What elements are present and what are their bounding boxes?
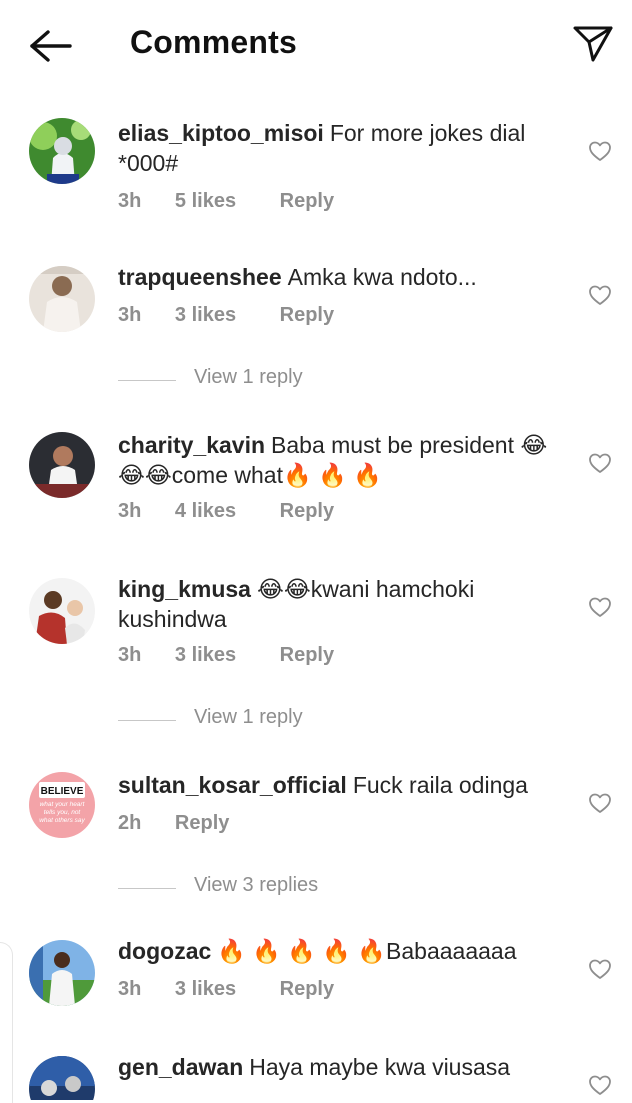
like-count[interactable]: 5 likes: [175, 190, 236, 213]
reply-button[interactable]: Reply: [280, 978, 334, 1001]
reply-button[interactable]: Reply: [280, 644, 334, 667]
comment-body: Haya maybe kwa viusasa: [249, 1054, 511, 1080]
avatar[interactable]: [29, 266, 95, 332]
comment-text: gen_dawan Haya maybe kwa viusasa: [118, 1052, 568, 1082]
heart-icon[interactable]: [588, 284, 612, 306]
comment-body: Fuck raila odinga: [352, 772, 528, 798]
heart-icon[interactable]: [588, 958, 612, 980]
avatar[interactable]: [29, 578, 95, 644]
header-bar: Comments: [0, 0, 632, 92]
avatar-text: what your heart: [40, 801, 86, 808]
comment-username[interactable]: trapqueenshee: [118, 264, 282, 290]
comment-body: Amka kwa ndoto...: [287, 264, 477, 290]
thread-line: [118, 888, 176, 889]
thread-line: [118, 380, 176, 381]
edge-panel-handle[interactable]: [0, 942, 13, 1103]
reply-button[interactable]: Reply: [280, 190, 334, 213]
comment-meta: 3h 3 likes Reply: [118, 644, 334, 667]
comment-username[interactable]: dogozac: [118, 938, 211, 964]
heart-icon[interactable]: [588, 140, 612, 162]
comment-time: 3h: [118, 304, 142, 326]
comment-time: 3h: [118, 978, 142, 1000]
comment-item: gen_dawan Haya maybe kwa viusasa: [0, 1052, 632, 1100]
avatar[interactable]: [29, 118, 95, 184]
like-count[interactable]: 3 likes: [175, 978, 236, 1001]
view-replies-label: View 3 replies: [194, 874, 319, 896]
page-title: Comments: [130, 24, 297, 60]
comment-time: 3h: [118, 500, 142, 522]
share-button[interactable]: [570, 22, 616, 66]
like-count[interactable]: 3 likes: [175, 644, 236, 667]
avatar-text: BELIEVE: [41, 786, 84, 797]
reply-button[interactable]: Reply: [280, 304, 334, 327]
comment-time: 2h: [118, 812, 142, 834]
like-count[interactable]: 4 likes: [175, 500, 236, 523]
comment-meta: 3h 5 likes Reply: [118, 190, 334, 213]
paper-plane-icon: [573, 26, 613, 62]
comment-text: king_kmusa 😂😂kwani hamchoki kushindwa: [118, 574, 568, 634]
comment-username[interactable]: elias_kiptoo_misoi: [118, 120, 324, 146]
comment-username[interactable]: gen_dawan: [118, 1054, 243, 1080]
avatar[interactable]: [29, 432, 95, 498]
comment-time: 3h: [118, 190, 142, 212]
avatar[interactable]: [29, 1056, 95, 1100]
comment-meta: 3h 3 likes Reply: [118, 304, 334, 327]
heart-icon[interactable]: [588, 1074, 612, 1096]
comment-body: 🔥 🔥 🔥 🔥 🔥Babaaaaaaa: [217, 938, 517, 964]
reply-button[interactable]: Reply: [175, 812, 229, 835]
comment-text: sultan_kosar_official Fuck raila odinga: [118, 770, 568, 800]
back-button[interactable]: [28, 28, 74, 64]
heart-icon[interactable]: [588, 596, 612, 618]
comment-username[interactable]: charity_kavin: [118, 432, 265, 458]
avatar[interactable]: [29, 940, 95, 1006]
comment-text: dogozac 🔥 🔥 🔥 🔥 🔥Babaaaaaaa: [118, 936, 568, 966]
comment-text: elias_kiptoo_misoi For more jokes dial *0…: [118, 118, 568, 178]
comment-time: 3h: [118, 644, 142, 666]
thread-line: [118, 720, 176, 721]
heart-icon[interactable]: [588, 792, 612, 814]
arrow-left-icon: [30, 30, 72, 62]
comment-meta: 3h 3 likes Reply: [118, 978, 334, 1001]
comment-meta: 3h 4 likes Reply: [118, 500, 334, 523]
like-count[interactable]: 3 likes: [175, 304, 236, 327]
avatar-text: what others say: [39, 817, 85, 824]
reply-button[interactable]: Reply: [280, 500, 334, 523]
comment-text: charity_kavin Baba must be president 😂😂😂c…: [118, 430, 568, 490]
view-replies-label: View 1 reply: [194, 366, 303, 388]
comment-meta: 2h Reply: [118, 812, 229, 835]
comment-username[interactable]: sultan_kosar_official: [118, 772, 347, 798]
view-replies-label: View 1 reply: [194, 706, 303, 728]
comment-text: trapqueenshee Amka kwa ndoto...: [118, 262, 568, 292]
avatar-text: tells you, not: [44, 809, 82, 816]
comment-username[interactable]: king_kmusa: [118, 576, 251, 602]
heart-icon[interactable]: [588, 452, 612, 474]
avatar[interactable]: BELIEVE what your heart tells you, not w…: [29, 772, 95, 838]
